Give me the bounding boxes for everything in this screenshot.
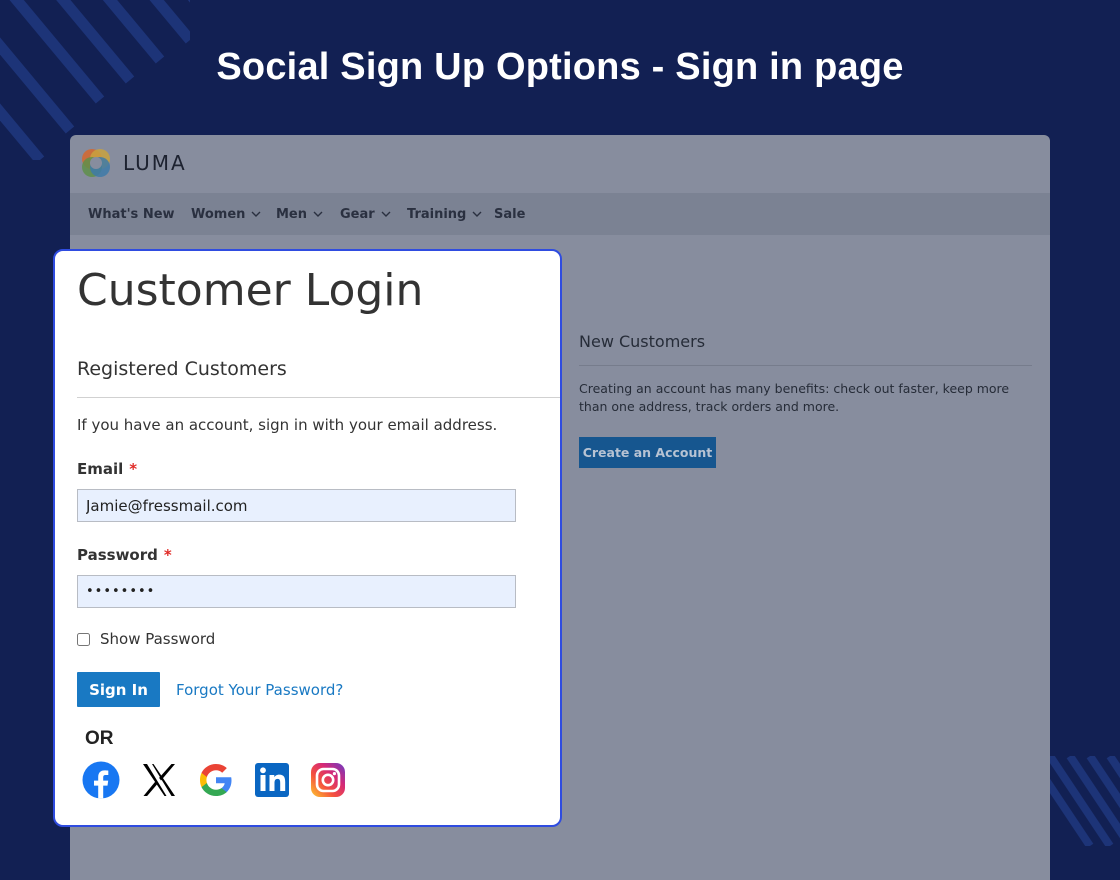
new-customers-title: New Customers	[579, 332, 706, 351]
store-header: LUMA	[70, 135, 1050, 193]
registered-customers-title: Registered Customers	[77, 358, 287, 380]
show-password-toggle[interactable]: Show Password	[77, 630, 215, 648]
customer-login-card: Customer Login Registered Customers If y…	[53, 249, 562, 827]
nav-men[interactable]: Men	[276, 207, 323, 222]
password-label-text: Password	[77, 546, 158, 564]
required-mark: *	[163, 546, 172, 564]
password-label: Password *	[77, 546, 172, 564]
nav-training[interactable]: Training	[407, 207, 482, 222]
new-customers-text: Creating an account has many benefits: c…	[579, 381, 1010, 414]
nav-women[interactable]: Women	[191, 207, 261, 222]
banner-title: Social Sign Up Options - Sign in page	[216, 46, 904, 88]
google-icon[interactable]	[197, 761, 235, 799]
or-separator: OR	[85, 728, 114, 749]
show-password-checkbox[interactable]	[77, 632, 90, 646]
nav-label: Gear	[340, 207, 375, 222]
forgot-password-link[interactable]: Forgot Your Password?	[176, 681, 343, 699]
divider	[579, 365, 1032, 366]
required-mark: *	[129, 460, 138, 478]
nav-label: Men	[276, 207, 308, 222]
facebook-icon[interactable]	[82, 761, 120, 799]
email-field[interactable]	[77, 489, 516, 522]
email-label-text: Email	[77, 460, 124, 478]
email-label: Email *	[77, 460, 137, 478]
nav-label: Sale	[494, 207, 526, 222]
show-password-label: Show Password	[100, 630, 216, 648]
nav-label: What's New	[88, 207, 175, 222]
chevron-down-icon	[313, 211, 323, 217]
main-nav: What's New Women Men Gear Training Sale	[70, 193, 1050, 235]
luma-logo-icon[interactable]	[80, 147, 112, 179]
divider	[77, 397, 560, 398]
sign-in-button[interactable]: Sign In	[77, 672, 160, 707]
brand-name[interactable]: LUMA	[123, 151, 187, 175]
linkedin-icon[interactable]	[253, 761, 291, 799]
login-instructions: If you have an account, sign in with you…	[77, 416, 498, 434]
nav-label: Training	[407, 207, 467, 222]
nav-whats-new[interactable]: What's New	[88, 207, 175, 222]
instagram-icon[interactable]	[309, 761, 347, 799]
nav-sale[interactable]: Sale	[494, 207, 525, 222]
chevron-down-icon	[472, 211, 482, 217]
create-account-button[interactable]: Create an Account	[579, 437, 716, 468]
page-title: Customer Login	[77, 265, 424, 316]
nav-gear[interactable]: Gear	[340, 207, 391, 222]
chevron-down-icon	[381, 211, 391, 217]
nav-label: Women	[191, 207, 246, 222]
chevron-down-icon	[251, 211, 261, 217]
x-icon[interactable]	[140, 761, 178, 799]
password-field[interactable]	[77, 575, 516, 608]
